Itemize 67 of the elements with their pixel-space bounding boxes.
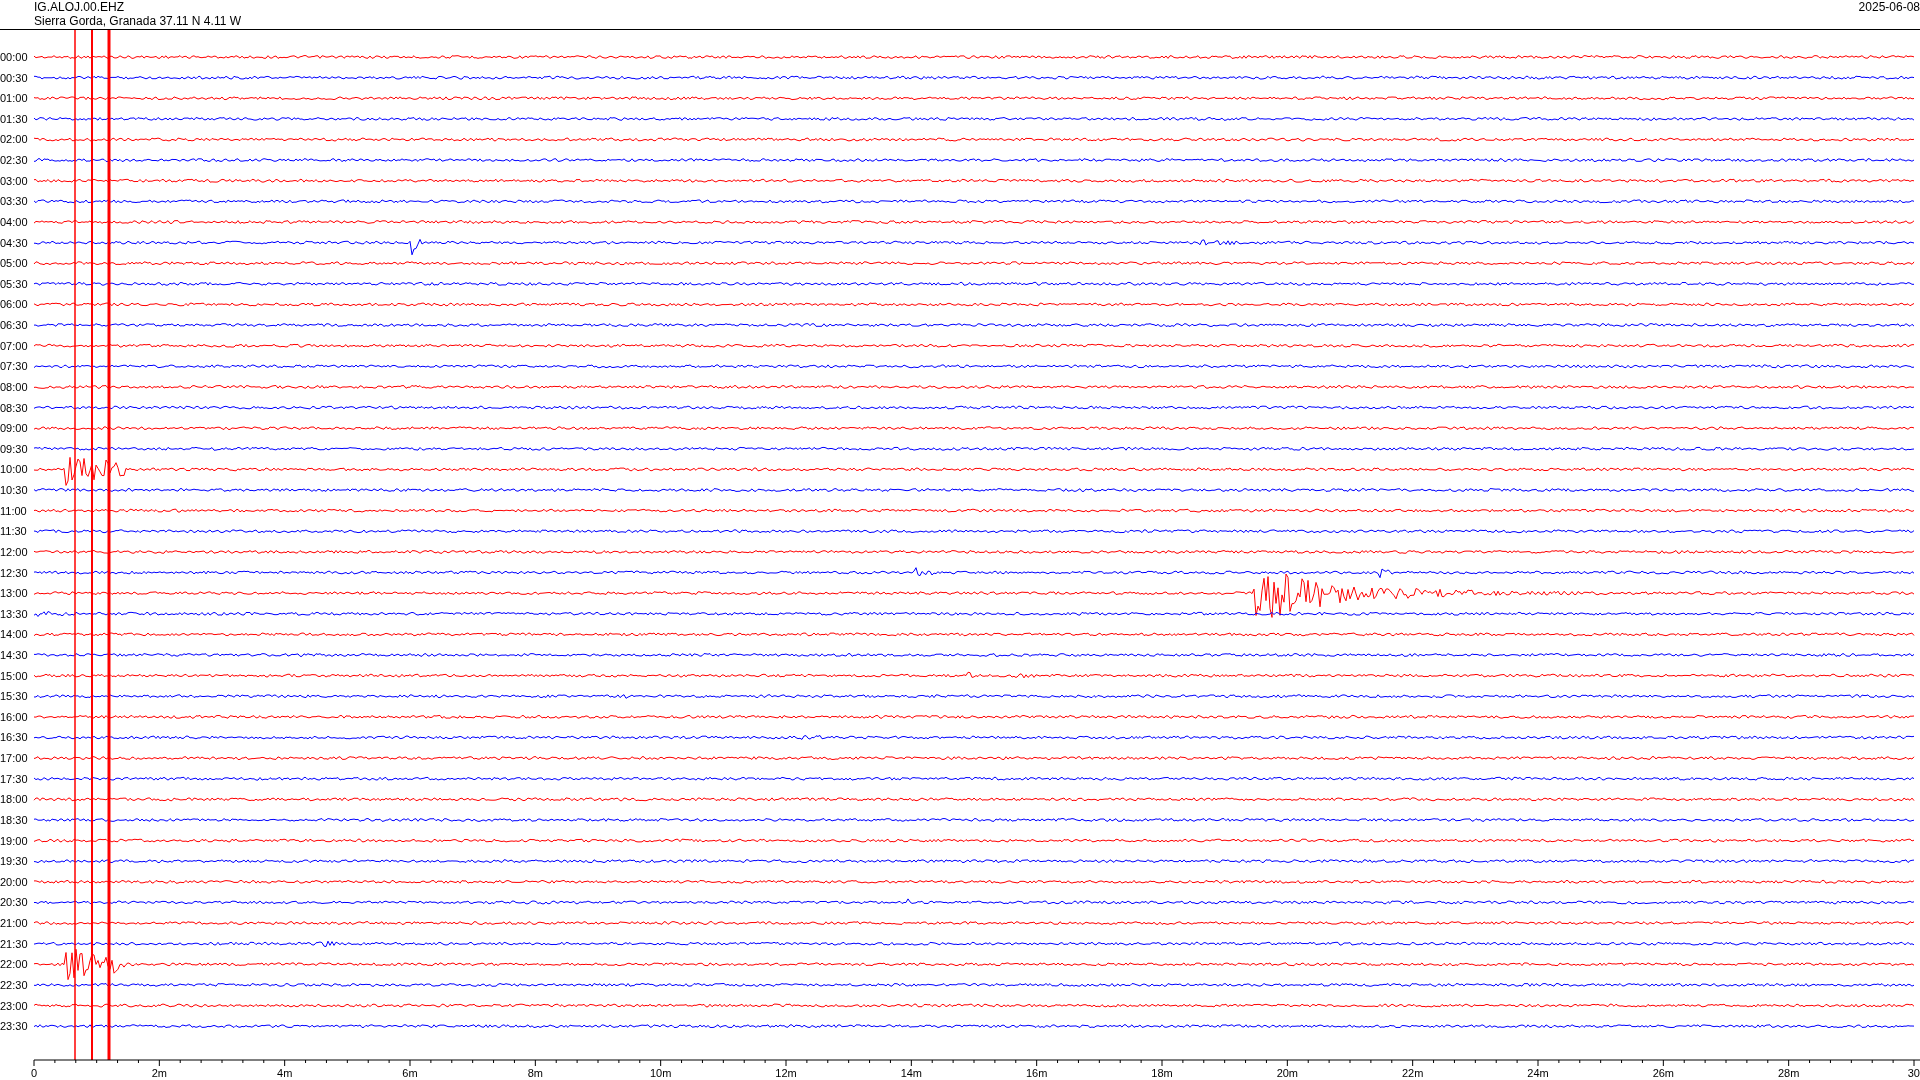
time-label: 05:30: [0, 277, 28, 290]
time-label: 17:00: [0, 752, 28, 765]
time-label: 13:30: [0, 607, 28, 620]
time-label: 10:00: [0, 463, 28, 476]
tick-label: 26m: [1652, 1067, 1675, 1079]
time-label: 09:30: [0, 442, 28, 455]
time-label: 04:30: [0, 236, 28, 249]
time-label: 18:00: [0, 793, 28, 806]
time-label: 19:30: [0, 855, 28, 868]
time-label: 12:00: [0, 545, 28, 558]
tick-label: 10m: [649, 1067, 672, 1079]
tick-label: 18m: [1151, 1067, 1173, 1079]
time-label: 21:30: [0, 937, 28, 950]
time-label: 09:00: [0, 422, 28, 435]
time-label: 12:30: [0, 566, 28, 579]
tick-label: 28m: [1777, 1067, 1800, 1079]
tick-label: 6m: [402, 1067, 418, 1079]
time-label: 15:30: [0, 690, 28, 703]
tick-label: 2m: [151, 1067, 167, 1079]
time-label: 00:00: [0, 51, 28, 63]
time-label: 11:30: [0, 525, 27, 538]
time-label: 23:00: [0, 999, 28, 1012]
tick-label: 14m: [900, 1067, 923, 1079]
time-label: 08:30: [0, 401, 28, 414]
time-label: 02:30: [0, 154, 28, 167]
time-label: 00:30: [0, 71, 28, 84]
tick-label: 20m: [1276, 1067, 1299, 1079]
time-label: 01:00: [0, 92, 28, 105]
time-label: 07:30: [0, 360, 28, 373]
time-label: 02:00: [0, 133, 28, 146]
time-label: 20:30: [0, 896, 28, 909]
time-label: 03:30: [0, 195, 28, 208]
time-label: 03:00: [0, 174, 28, 187]
time-label: 23:30: [0, 1020, 28, 1033]
time-label: 15:00: [0, 669, 28, 682]
time-label: 16:00: [0, 710, 28, 723]
time-label: 10:30: [0, 484, 28, 496]
time-label: 05:00: [0, 257, 28, 270]
tick-label: 8m: [527, 1067, 543, 1079]
time-label: 14:00: [0, 628, 28, 641]
tick-label: 24m: [1527, 1067, 1549, 1079]
time-label: 16:30: [0, 731, 28, 744]
time-label: 22:00: [0, 958, 28, 971]
time-label: 22:30: [0, 978, 28, 991]
tick-label: 16m: [1025, 1067, 1048, 1079]
time-label: 13:00: [0, 587, 28, 600]
station-code: IG.ALOJ.00.EHZ: [34, 0, 126, 14]
time-label: 21:00: [0, 917, 28, 930]
plot-date: 2025-06-08: [1858, 0, 1920, 14]
time-label: 07:00: [0, 339, 28, 352]
tick-label: 12m: [775, 1067, 797, 1079]
time-label: 17:30: [0, 772, 28, 785]
time-label: 18:30: [0, 813, 28, 826]
time-label: 08:00: [0, 380, 28, 393]
time-label: 01:30: [0, 112, 28, 125]
time-label: 14:30: [0, 649, 28, 661]
time-label: 11:00: [0, 504, 27, 517]
station-location: Sierra Gorda, Granada 37.11 N 4.11 W: [34, 14, 241, 28]
time-label: 19:00: [0, 834, 28, 847]
time-label: 06:30: [0, 319, 28, 332]
time-label: 20:00: [0, 875, 28, 888]
tick-label: 0: [30, 1067, 38, 1079]
tick-label: 22m: [1401, 1067, 1424, 1079]
tick-label: 30: [1907, 1067, 1920, 1079]
time-label: 04:00: [0, 215, 28, 228]
tick-label: 4m: [277, 1067, 293, 1079]
time-label: 06:00: [0, 298, 28, 311]
